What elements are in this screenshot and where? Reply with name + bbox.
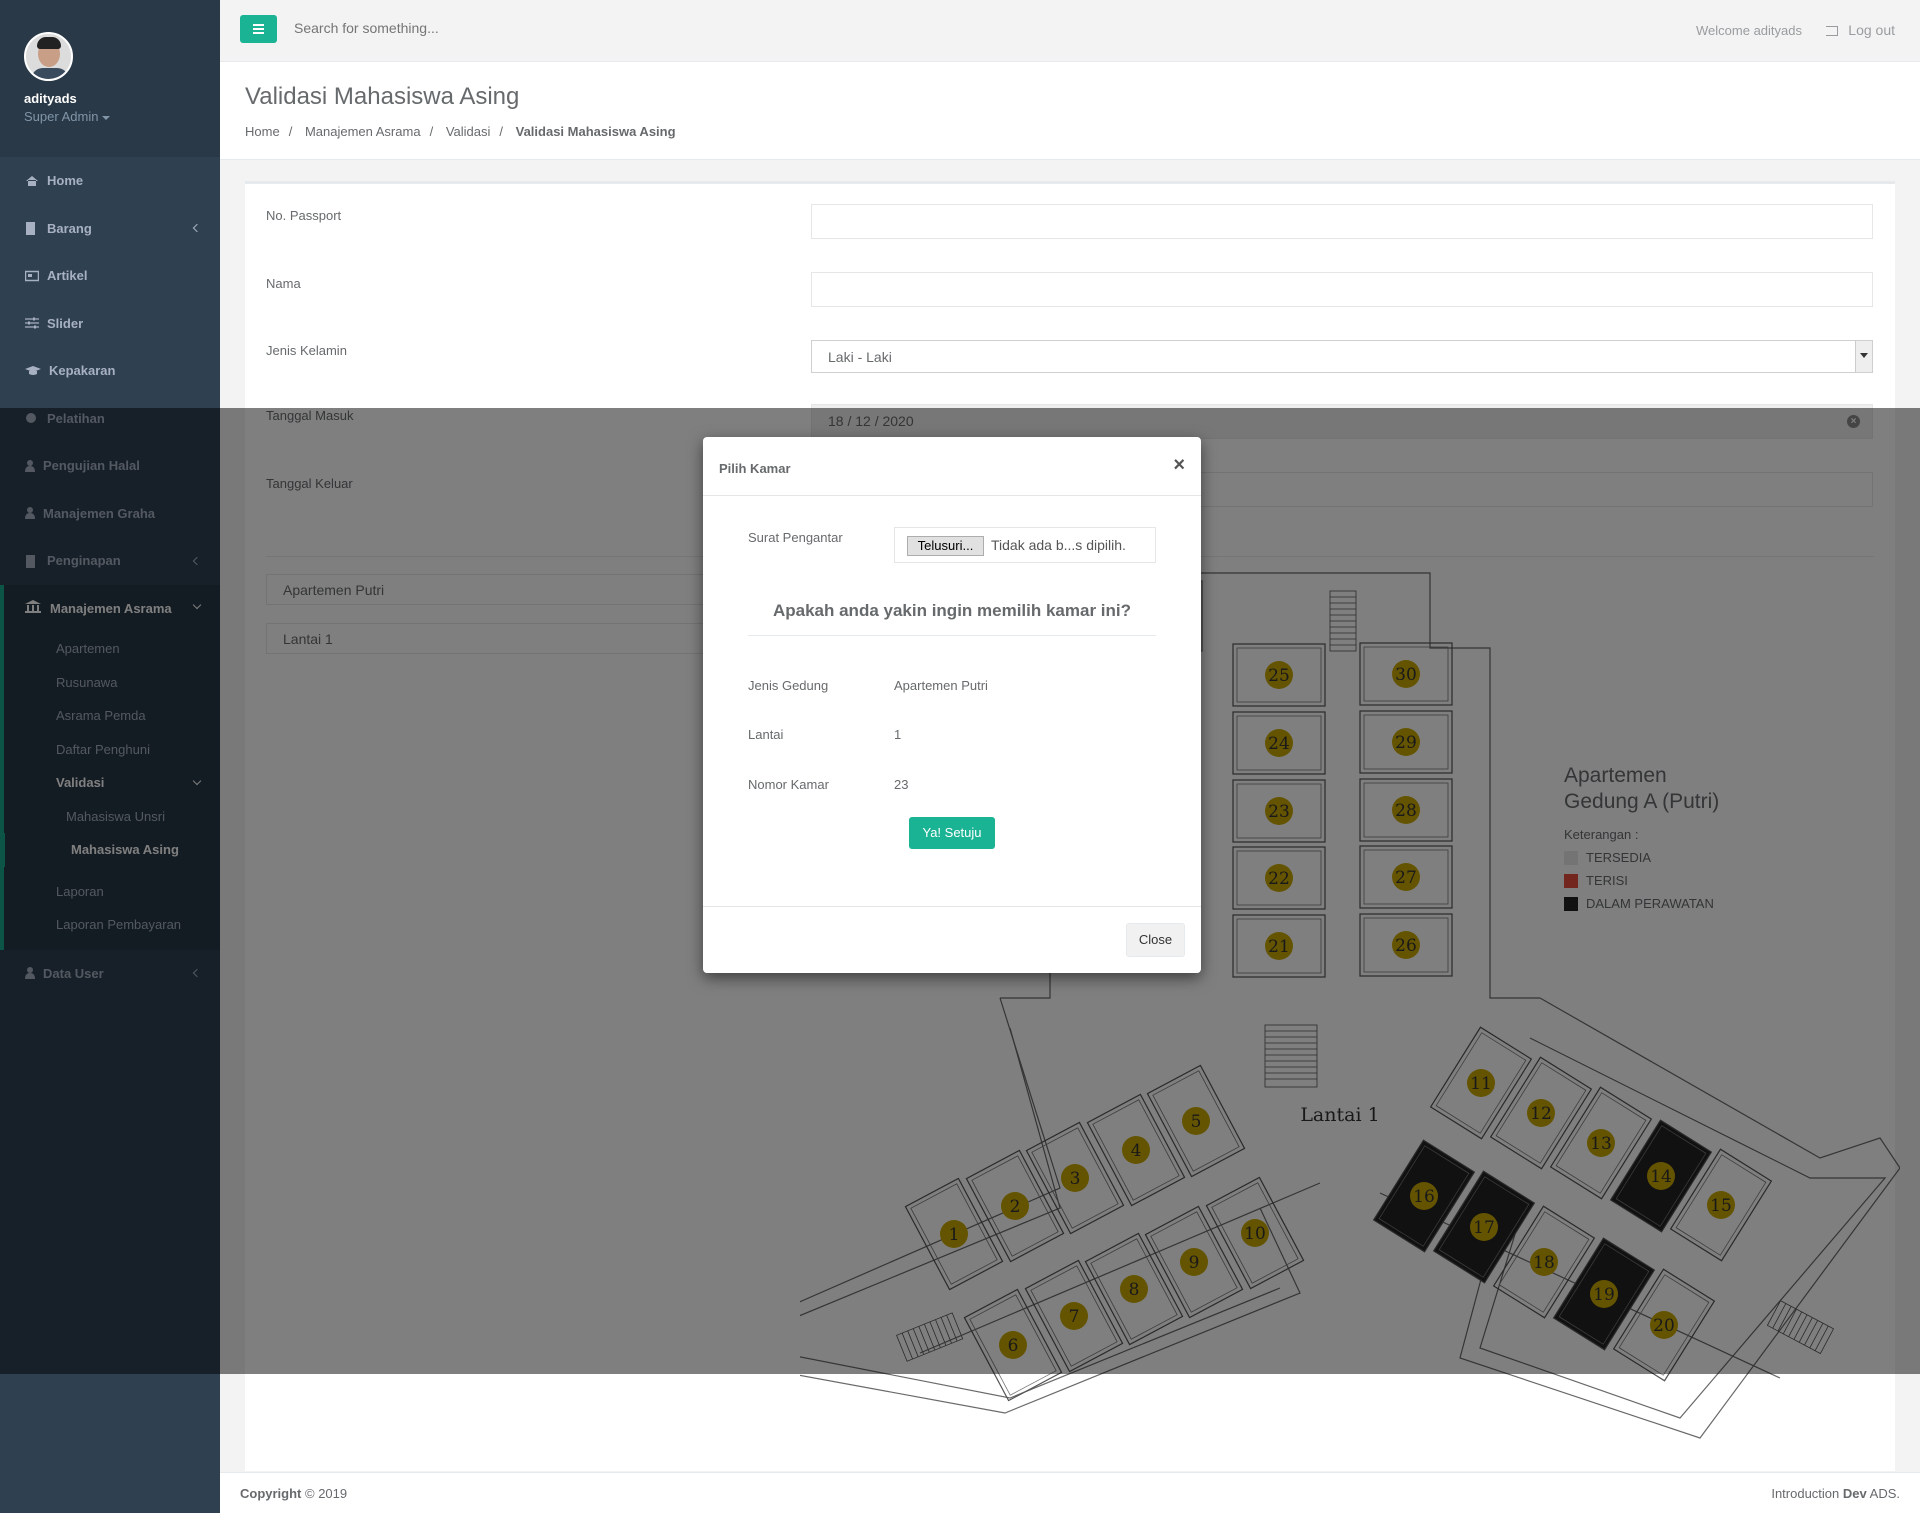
nomor-kamar-value: 23	[894, 777, 909, 792]
user-name: adityads	[24, 91, 77, 106]
footer-copyright: Copyright © 2019	[240, 1486, 347, 1501]
jenis-gedung-label: Jenis Gedung	[748, 678, 829, 693]
copyright-year: © 2019	[305, 1486, 348, 1501]
nama-field[interactable]	[811, 272, 1873, 307]
modal-footer-divider	[703, 906, 1201, 907]
close-button[interactable]: Close	[1126, 923, 1185, 957]
footer: Copyright © 2019 Introduction Dev ADS.	[220, 1472, 1920, 1513]
passport-label: No. Passport	[266, 208, 342, 223]
credit-post: ADS.	[1869, 1486, 1900, 1501]
sign-out-icon	[1826, 26, 1839, 36]
lantai-label: Lantai	[748, 727, 784, 742]
file-status-text: Tidak ada b...s dipilih.	[991, 537, 1126, 553]
profile-panel: adityads Super Admin	[0, 0, 220, 157]
confirm-question: Apakah anda yakin ingin memilih kamar in…	[772, 601, 1132, 620]
browse-button[interactable]: Telusuri...	[907, 536, 984, 556]
graduation-cap-icon	[25, 365, 41, 377]
sidebar-item-label: Barang	[47, 220, 92, 236]
nomor-kamar-label: Nomor Kamar	[748, 777, 829, 792]
search-input[interactable]	[294, 20, 694, 36]
hamburger-icon	[253, 24, 264, 26]
gender-value: Laki - Laki	[828, 349, 892, 365]
menu-toggle-button[interactable]	[240, 15, 277, 43]
sidebar-item-artikel[interactable]: Artikel	[0, 252, 220, 300]
nama-label: Nama	[266, 276, 301, 291]
copyright-bold: Copyright	[240, 1486, 302, 1501]
footer-credit: Introduction Dev ADS.	[1771, 1486, 1900, 1501]
jenis-gedung-value: Apartemen Putri	[894, 678, 988, 693]
credit-bold: Dev	[1842, 1486, 1867, 1501]
top-navbar: Welcome adityads Log out	[220, 0, 1920, 62]
welcome-text: Welcome adityads	[1696, 23, 1802, 38]
book-icon	[25, 222, 39, 236]
gender-select[interactable]: Laki - Laki	[811, 340, 1873, 373]
credit-pre: Introduction	[1771, 1486, 1840, 1501]
dropdown-arrow-icon	[1855, 341, 1872, 372]
close-icon[interactable]: ×	[1173, 454, 1185, 477]
breadcrumb-home[interactable]: Home	[245, 124, 280, 139]
chevron-left-icon	[192, 224, 202, 233]
sidebar-item-label: Slider	[47, 315, 84, 331]
modal-title: Pilih Kamar	[719, 461, 791, 476]
home-icon	[25, 175, 39, 187]
sidebar-item-home[interactable]: Home	[0, 157, 220, 205]
modal-header: Pilih Kamar ×	[703, 437, 1201, 496]
sidebar-item-label: Home	[47, 173, 84, 189]
sliders-icon	[25, 317, 39, 329]
gender-label: Jenis Kelamin	[266, 343, 347, 358]
logout-link[interactable]: Log out	[1826, 22, 1895, 38]
user-role: Super Admin	[24, 109, 99, 124]
breadcrumb-current: Validasi Mahasiswa Asing	[515, 124, 676, 139]
logout-label: Log out	[1848, 22, 1895, 38]
page-title: Validasi Mahasiswa Asing	[245, 83, 520, 110]
surat-pengantar-label: Surat Pengantar	[748, 530, 843, 545]
user-role-dropdown[interactable]: Super Admin	[24, 109, 196, 124]
sidebar-item-barang[interactable]: Barang	[0, 205, 220, 253]
lantai-value: 1	[894, 727, 902, 742]
pilih-kamar-modal: Pilih Kamar × Surat Pengantar Telusuri..…	[703, 437, 1201, 973]
page-heading: Validasi Mahasiswa Asing Home / Manajemen…	[220, 62, 1920, 160]
passport-field[interactable]	[811, 204, 1873, 239]
newspaper-icon	[24, 270, 40, 282]
sidebar-item-label: Kepakaran	[49, 363, 116, 379]
divider	[748, 635, 1156, 636]
sidebar-item-label: Artikel	[47, 268, 88, 284]
breadcrumb-validasi[interactable]: Validasi	[446, 124, 491, 139]
avatar[interactable]	[24, 32, 73, 81]
surat-pengantar-file-input[interactable]: Telusuri... Tidak ada b...s dipilih.	[894, 527, 1156, 563]
breadcrumb: Home / Manajemen Asrama / Validasi / Valida…	[245, 124, 676, 139]
caret-down-icon	[102, 115, 111, 120]
breadcrumb-manajemen-asrama[interactable]: Manajemen Asrama	[305, 124, 421, 139]
sidebar-item-slider[interactable]: Slider	[0, 300, 220, 348]
sidebar-item-kepakaran[interactable]: Kepakaran	[0, 347, 220, 395]
confirm-button[interactable]: Ya! Setuju	[909, 817, 995, 849]
